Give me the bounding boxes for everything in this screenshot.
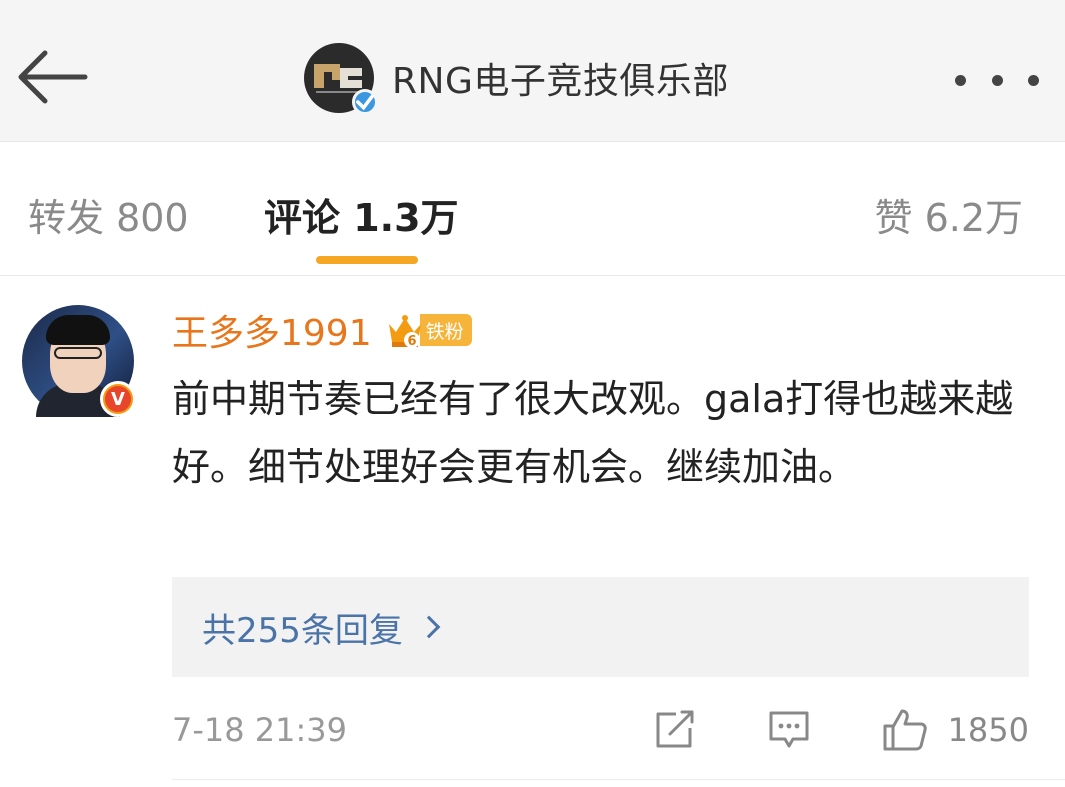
club-avatar[interactable] bbox=[304, 43, 378, 115]
like-count: 1850 bbox=[947, 711, 1029, 749]
tab-like[interactable]: 赞 6.2万 bbox=[874, 187, 1023, 242]
top-bar: RNG电子竞技俱乐部 bbox=[0, 0, 1065, 142]
comment-text: 前中期节奏已经有了很大改观。gala打得也越来越好。细节处理好会更有机会。继续加… bbox=[172, 377, 1014, 489]
username[interactable]: 王多多1991 bbox=[172, 304, 372, 356]
thumbs-up-icon bbox=[883, 709, 927, 751]
verified-badge-icon bbox=[352, 89, 378, 115]
avatar-glasses bbox=[54, 347, 102, 359]
comment-icon bbox=[769, 711, 809, 748]
fan-level: 6 bbox=[407, 334, 416, 349]
reply-button[interactable] bbox=[768, 710, 810, 750]
page-title[interactable]: RNG电子竞技俱乐部 bbox=[392, 52, 729, 104]
avatar-hair bbox=[46, 315, 110, 345]
more-dots-icon bbox=[955, 74, 966, 86]
tab-repost[interactable]: 转发 800 bbox=[28, 187, 189, 242]
comment-item: V 王多多1991 6 铁粉 前中期节奏已经有了很大改观。gala打得也越来越好… bbox=[0, 277, 1065, 787]
more-button[interactable] bbox=[955, 60, 1039, 100]
crown-icon: 6 bbox=[388, 315, 421, 349]
tab-bar: 转发 800 评论 1.3万 赞 6.2万 bbox=[0, 143, 1065, 276]
share-icon bbox=[656, 710, 694, 748]
timestamp: 7-18 21:39 bbox=[172, 711, 348, 749]
avatar[interactable]: V bbox=[22, 305, 136, 417]
fan-badge[interactable]: 6 铁粉 bbox=[386, 310, 472, 350]
view-replies-button[interactable]: 共255条回复 bbox=[172, 577, 1029, 677]
header-title-group[interactable]: RNG电子竞技俱乐部 bbox=[304, 42, 729, 115]
active-tab-indicator bbox=[316, 256, 418, 264]
comment-footer: 7-18 21:39 1850 bbox=[172, 702, 1029, 758]
chevron-right-icon bbox=[417, 615, 441, 639]
comment-divider bbox=[172, 779, 1065, 780]
fan-badge-label: 铁粉 bbox=[419, 314, 472, 346]
back-arrow-icon bbox=[18, 50, 88, 104]
like-button[interactable]: 1850 bbox=[882, 708, 1029, 752]
back-button[interactable] bbox=[10, 42, 94, 112]
replies-label: 共255条回复 bbox=[202, 610, 403, 651]
more-dot bbox=[991, 74, 1003, 86]
share-button[interactable] bbox=[654, 710, 696, 750]
comment-actions: 1850 bbox=[654, 702, 1029, 758]
vip-v-icon: V bbox=[100, 381, 136, 417]
more-dot bbox=[1028, 74, 1039, 86]
username-row: 王多多1991 6 铁粉 bbox=[172, 304, 472, 356]
tab-comment[interactable]: 评论 1.3万 bbox=[264, 187, 459, 242]
